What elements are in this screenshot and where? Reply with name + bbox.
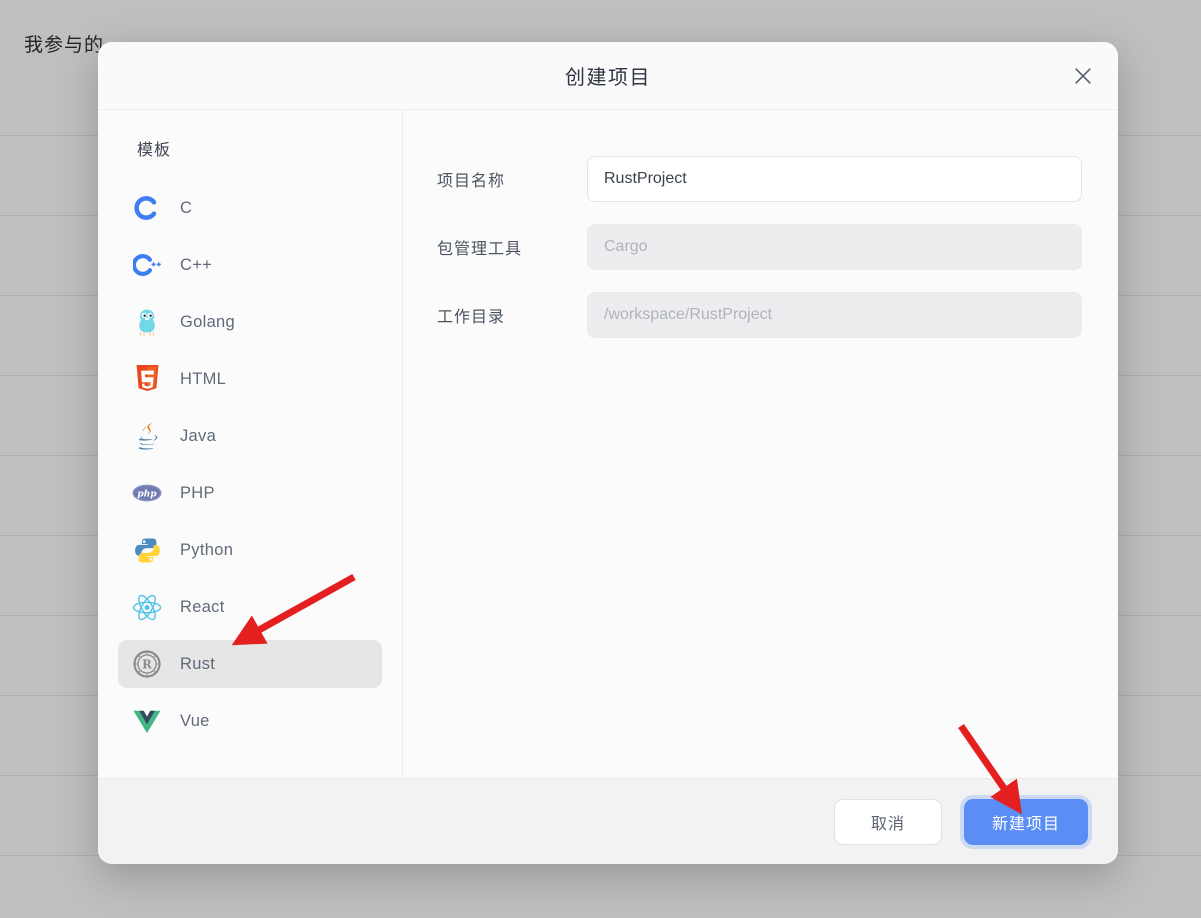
template-item-label: Rust <box>180 654 216 673</box>
java-icon <box>132 421 162 451</box>
template-item-java[interactable]: Java <box>118 412 382 460</box>
template-item-vue[interactable]: Vue <box>118 697 382 745</box>
template-item-php[interactable]: php PHP <box>118 469 382 517</box>
template-item-label: Java <box>180 426 217 445</box>
template-item-react[interactable]: React <box>118 583 382 631</box>
c-lang-icon <box>132 193 162 223</box>
template-item-label: Vue <box>180 711 210 730</box>
template-item-html[interactable]: HTML <box>118 355 382 403</box>
working-directory-input <box>587 292 1082 338</box>
react-icon <box>132 592 162 622</box>
template-item-label: Golang <box>180 312 236 331</box>
project-name-label: 项目名称 <box>437 173 506 190</box>
dialog-header: 创建项目 <box>98 42 1118 110</box>
close-icon[interactable] <box>1066 59 1100 93</box>
template-item-cpp[interactable]: C++ <box>118 241 382 289</box>
form-rows: 项目名称包管理工具工作目录 <box>437 156 1082 338</box>
working-directory-label: 工作目录 <box>437 309 506 326</box>
template-item-label: C++ <box>180 255 213 274</box>
dialog-title: 创建项目 <box>565 67 651 89</box>
php-icon: php <box>132 478 162 508</box>
svg-text:R: R <box>142 657 152 671</box>
create-project-button[interactable]: 新建项目 <box>964 798 1088 845</box>
dialog-footer: 取消 新建项目 <box>98 778 1118 864</box>
template-item-label: HTML <box>180 369 227 388</box>
html5-icon <box>132 364 162 394</box>
sidebar-title: 模板 <box>137 142 172 159</box>
golang-icon <box>132 307 162 337</box>
dialog-body: 模板 C C++ Golang HTML Java php PHP Python React R R… <box>98 110 1118 778</box>
template-item-c[interactable]: C <box>118 184 382 232</box>
cancel-button[interactable]: 取消 <box>834 798 942 845</box>
python-icon <box>132 535 162 565</box>
create-project-dialog: 创建项目 模板 C C++ Golang HTML Java php PHP Python Re… <box>98 42 1118 864</box>
template-list: C C++ Golang HTML Java php PHP Python React R Rust… <box>118 184 382 745</box>
vue-icon <box>132 706 162 736</box>
template-item-python[interactable]: Python <box>118 526 382 574</box>
template-item-label: Python <box>180 540 234 559</box>
project-form: 项目名称包管理工具工作目录 <box>403 110 1118 778</box>
form-row-working-directory: 工作目录 <box>437 292 1082 338</box>
template-item-label: PHP <box>180 483 215 502</box>
svg-text:php: php <box>137 490 157 500</box>
template-item-golang[interactable]: Golang <box>118 298 382 346</box>
template-sidebar: 模板 C C++ Golang HTML Java php PHP Python React R R… <box>98 110 403 778</box>
form-row-project-name: 项目名称 <box>437 156 1082 202</box>
template-item-label: React <box>180 597 225 616</box>
template-item-label: C <box>180 198 193 217</box>
cpp-lang-icon <box>132 250 162 280</box>
project-name-input[interactable] <box>587 156 1082 202</box>
rust-icon: R <box>132 649 162 679</box>
template-item-rust[interactable]: R Rust <box>118 640 382 688</box>
package-manager-label: 包管理工具 <box>437 241 523 258</box>
package-manager-input <box>587 224 1082 270</box>
form-row-package-manager: 包管理工具 <box>437 224 1082 270</box>
